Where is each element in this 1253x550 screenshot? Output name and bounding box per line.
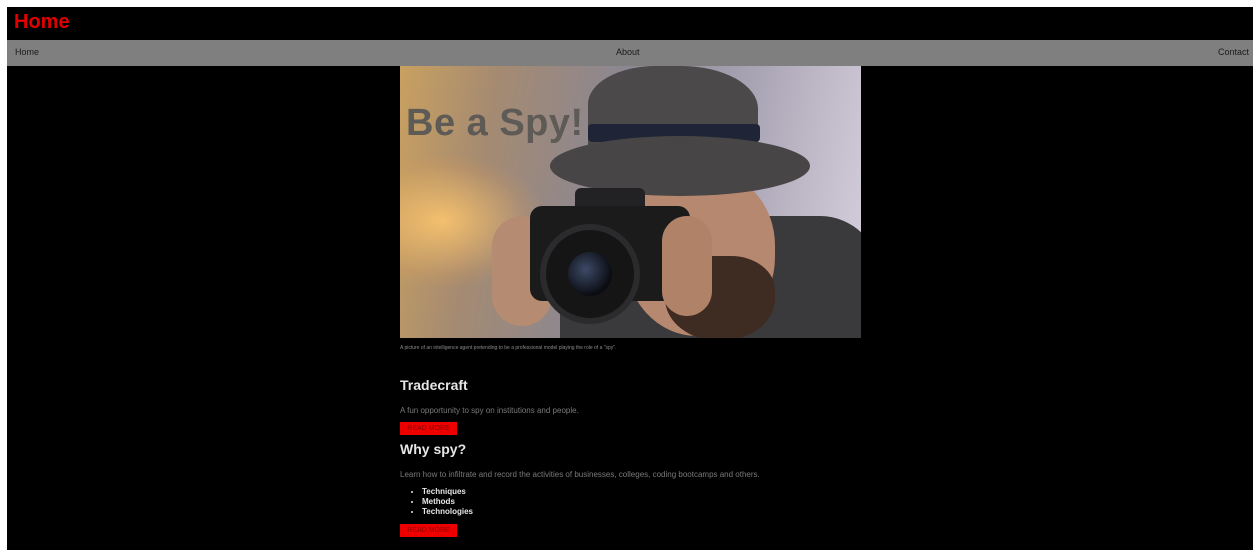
section-text-tradecraft: A fun opportunity to spy on institutions… (400, 406, 579, 415)
hero-hat-brim (550, 136, 810, 196)
section-title-tradecraft: Tradecraft (400, 377, 468, 393)
list-item: Techniques (422, 487, 1000, 497)
nav-bar: Home About Contact (7, 40, 1253, 66)
site-title: Home (14, 11, 70, 33)
hero-caption: A picture of an intelligence agent prete… (400, 345, 617, 351)
hero-camera-lens-glass (568, 252, 612, 296)
main-content: Be a Spy! A picture of an intelligence a… (400, 66, 1000, 537)
hero-overlay-title: Be a Spy! (406, 102, 584, 144)
nav-link-home[interactable]: Home (15, 47, 39, 57)
section-title-why-spy: Why spy? (400, 441, 467, 457)
section-text-why-spy: Learn how to infiltrate and record the a… (400, 470, 760, 479)
list-item: Technologies (422, 507, 1000, 517)
nav-link-contact[interactable]: Contact (1218, 47, 1249, 57)
list-item: Methods (422, 497, 1000, 507)
top-bar: Home (7, 7, 1253, 40)
hero-image: Be a Spy! (400, 66, 861, 338)
read-more-button-tradecraft[interactable]: READ MORE (400, 422, 457, 435)
hero-right-hand (662, 216, 712, 316)
nav-link-about[interactable]: About (616, 47, 640, 57)
topics-list: Techniques Methods Technologies (400, 487, 1000, 517)
read-more-button-why-spy[interactable]: READ MORE (400, 524, 457, 537)
page-frame: Home Home About Contact Be a Spy! A pict… (7, 7, 1253, 550)
